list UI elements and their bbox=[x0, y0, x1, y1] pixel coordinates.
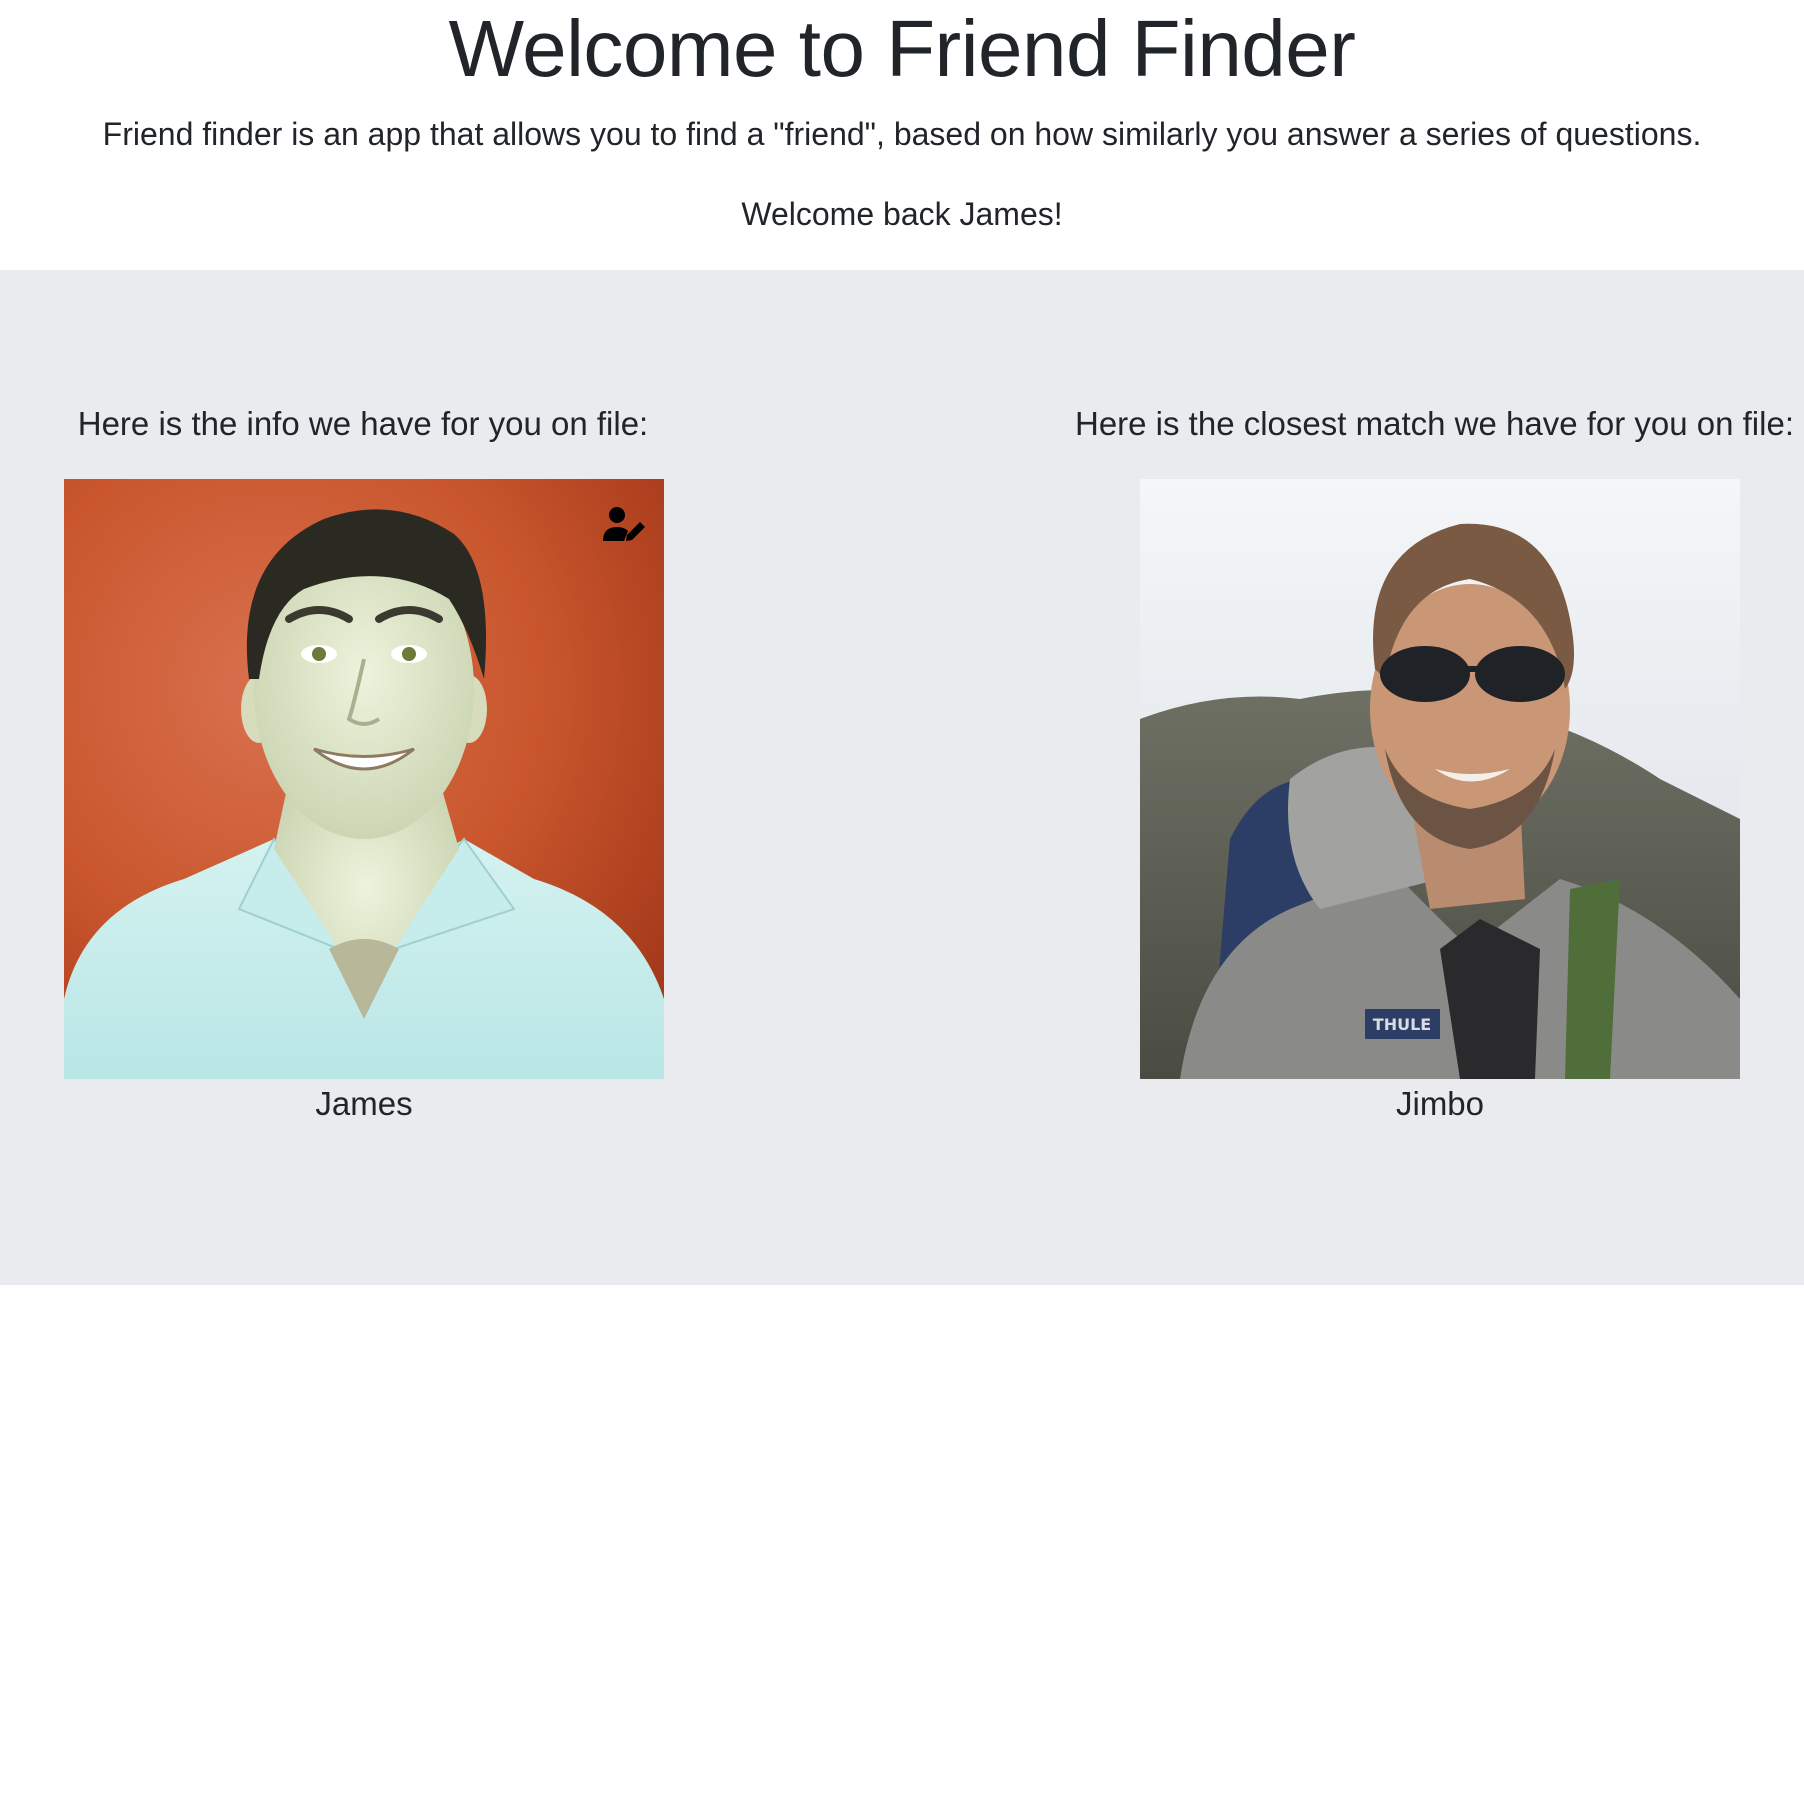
svg-text:THULE: THULE bbox=[1373, 1015, 1431, 1034]
user-profile-photo bbox=[64, 479, 664, 1079]
page-header: Welcome to Friend Finder Friend finder i… bbox=[0, 0, 1804, 270]
results-section: Here is the info we have for you on file… bbox=[0, 270, 1804, 1285]
page-title: Welcome to Friend Finder bbox=[448, 4, 1356, 93]
user-profile-heading: Here is the info we have for you on file… bbox=[77, 405, 649, 442]
user-name: James bbox=[315, 1085, 413, 1122]
closest-match-heading: Here is the closest match we have for yo… bbox=[1074, 405, 1794, 442]
app-description: Friend finder is an app that allows you … bbox=[102, 116, 1702, 152]
welcome-message: Welcome back James! bbox=[741, 196, 1063, 232]
closest-match-name: Jimbo bbox=[1395, 1085, 1485, 1122]
closest-match-photo: THULE bbox=[1140, 479, 1740, 1079]
